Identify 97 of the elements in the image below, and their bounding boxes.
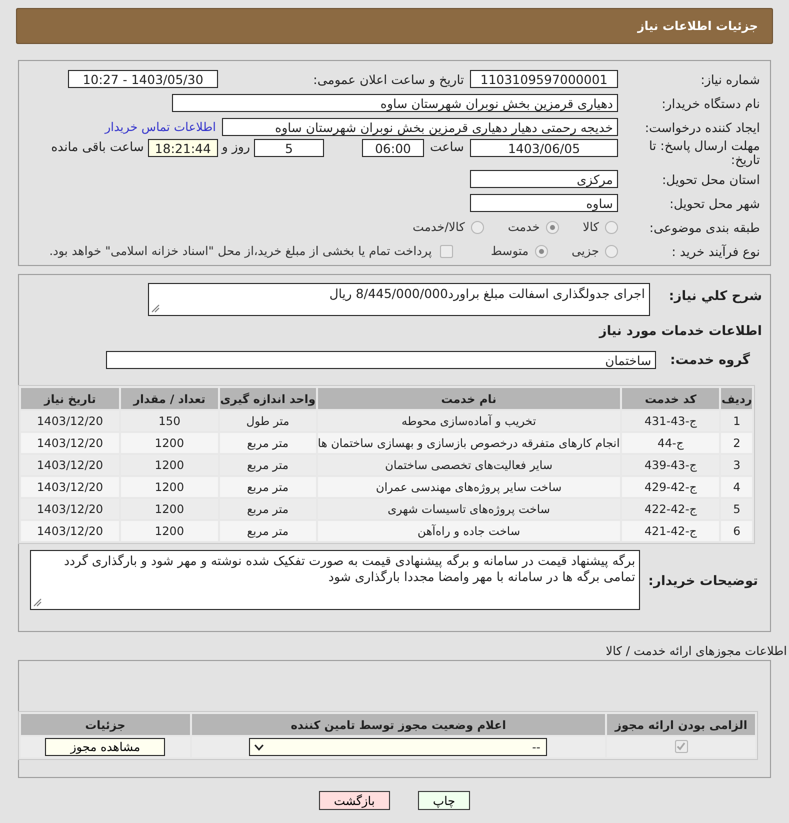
table-cell: متر مربع — [220, 477, 316, 497]
field-label: ایجاد کننده درخواست: — [644, 120, 760, 134]
radio-button[interactable] — [470, 220, 484, 234]
section-heading: اطلاعات خدمات مورد نیاز — [598, 324, 762, 339]
field-label: تاریخ و ساعت اعلان عمومی: — [312, 72, 464, 86]
column-header: نام خدمت — [318, 388, 620, 409]
resize-grip-icon[interactable] — [151, 304, 160, 313]
province-field: مرکزی — [470, 170, 618, 188]
back-button[interactable]: بازگشت — [318, 791, 390, 810]
buyer-org-field: دهیاری قرمزین بخش نوبران شهرستان ساوه — [172, 94, 618, 112]
chevron-down-icon — [254, 744, 264, 750]
column-header: ردیف — [721, 388, 752, 409]
table-cell: ج-43-439 — [622, 455, 720, 475]
days-field: 5 — [254, 139, 324, 157]
table-cell: 1200 — [121, 477, 218, 497]
column-header: واحد اندازه گیری — [220, 388, 316, 409]
status-dropdown[interactable]: -- — [249, 738, 548, 756]
buyer-notes-textarea[interactable]: برگه پیشنهاد قیمت در سامانه و برگه پیشنهادی قیمت به صورت تفکیک شده نوشته و مهر شود و بارگذاری گردد تمامی برگه ها در سامانه با مهر وامضا مجددا بارگذاری شود — [30, 550, 640, 610]
table-cell: 1403/12/20 — [21, 433, 119, 453]
table-cell: 2 — [721, 433, 752, 453]
field-label: ساعت — [430, 139, 464, 154]
table-cell: 1403/12/20 — [21, 477, 119, 497]
checkbox[interactable] — [440, 244, 453, 258]
table-cell: 1200 — [121, 521, 218, 541]
radio-button[interactable] — [605, 220, 618, 234]
table-cell: ج-42-429 — [622, 477, 720, 497]
table-cell: 6 — [721, 521, 752, 541]
requester-field: خدیجه رحمتی دهیار دهیاری قرمزین بخش نوبران شهرستان ساوه — [222, 118, 618, 136]
table-cell: 3 — [721, 455, 752, 475]
table-cell: متر مربع — [220, 455, 316, 475]
view-permit-button[interactable]: مشاهده مجوز — [45, 738, 166, 756]
field-label: نوع فرآیند خرید : — [670, 244, 760, 258]
field-label: شماره نیاز: — [700, 72, 760, 86]
radio-button[interactable] — [546, 220, 559, 234]
column-header: تعداد / مقدار — [121, 388, 218, 409]
field-label: نام دستگاه خریدار: — [660, 96, 760, 110]
table-cell: متر مربع — [220, 433, 316, 453]
section-heading: اطلاعات مجوزهای ارائه خدمت / کالا — [604, 644, 788, 658]
buyer-contact-link[interactable]: اطلاعات تماس خریدار — [104, 120, 216, 134]
table-cell: متر مربع — [220, 499, 316, 519]
table-cell: ج-42-421 — [622, 521, 720, 541]
city-field: ساوه — [470, 194, 618, 212]
field-label: مهلت ارسال پاسخ: تا تاریخ: — [648, 139, 760, 167]
table-cell: تخریب و آماده‌سازی محوطه — [318, 411, 620, 431]
column-header: جزئیات — [21, 714, 190, 735]
table-cell: 1403/12/20 — [21, 411, 119, 431]
resize-grip-icon[interactable] — [33, 598, 42, 607]
table-cell: 1403/12/20 — [21, 521, 119, 541]
field-label: توضیحات خریدار: — [648, 574, 758, 589]
column-header: الزامی بودن ارائه مجوز — [607, 714, 755, 735]
table-cell: متر طول — [220, 411, 316, 431]
option-label: خدمت — [508, 220, 540, 234]
field-label: ساعت باقی مانده — [51, 139, 144, 154]
table-cell: 1200 — [121, 499, 218, 519]
radio-button[interactable] — [534, 244, 548, 258]
table-cell: 5 — [721, 499, 752, 519]
deadline-date-field: 1403/06/05 — [470, 139, 618, 157]
option-label: متوسط — [490, 244, 529, 258]
table-cell: انجام کارهای متفرقه درخصوص بازسازی و بهسازی ساختمان ها — [318, 433, 620, 453]
announce-date-field: 1403/05/30 - 10:27 — [68, 70, 218, 88]
table-cell: 150 — [121, 411, 218, 431]
option-label: جزیی — [572, 244, 599, 258]
table-cell: ج-43-431 — [622, 411, 720, 431]
table-cell: 1403/12/20 — [21, 455, 119, 475]
table-cell: ساخت جاده و راه‌آهن — [318, 521, 620, 541]
table-cell: متر مربع — [220, 521, 316, 541]
print-button[interactable]: چاپ — [418, 791, 470, 810]
page-title: جزئیات اطلاعات نیاز — [637, 19, 758, 33]
checkbox[interactable] — [674, 740, 688, 753]
field-label: شهر محل تحویل: — [668, 196, 760, 210]
table-cell: سایر فعالیت‌های تخصصی ساختمان — [318, 455, 620, 475]
field-label: روز و — [222, 139, 250, 154]
option-label: کالا/خدمت — [412, 220, 465, 234]
table-cell: ج-44 — [622, 433, 720, 453]
field-label: استان محل تحویل: — [660, 172, 760, 186]
table-cell: 1 — [721, 411, 752, 431]
table-cell: 1403/12/20 — [21, 499, 119, 519]
field-label: طبقه بندی موضوعی: — [648, 220, 760, 234]
table-cell: 1200 — [121, 433, 218, 453]
table-cell: 1200 — [121, 455, 218, 475]
need-number-field: 1103109597000001 — [470, 70, 618, 88]
table-cell: ج-42-422 — [622, 499, 720, 519]
summary-textarea[interactable]: اجرای جدولگذاری اسفالت مبلغ براورد8/445/000/000 ریال — [148, 283, 650, 316]
table-cell: 4 — [721, 477, 752, 497]
remaining-time-field: 18:21:44 — [148, 139, 218, 157]
field-label: گروه خدمت: — [670, 352, 750, 368]
table-cell: ساخت سایر پروژه‌های مهندسی عمران — [318, 477, 620, 497]
field-label: شرح کلي نياز: — [668, 289, 762, 304]
table-cell: ساخت پروژه‌های تاسیسات شهری — [318, 499, 620, 519]
option-label: کالا — [582, 220, 599, 234]
deadline-time-field: 06:00 — [362, 139, 424, 157]
radio-button[interactable] — [605, 244, 618, 258]
service-group-field: ساختمان — [106, 351, 656, 369]
column-header: تاریخ نیاز — [21, 388, 119, 409]
column-header: اعلام وضعیت مجوز توسط تامین کننده — [192, 714, 606, 735]
option-label: پرداخت تمام یا بخشی از مبلغ خرید،از محل "اسناد خزانه اسلامی" خواهد بود. — [49, 244, 432, 258]
column-header: کد خدمت — [622, 388, 720, 409]
